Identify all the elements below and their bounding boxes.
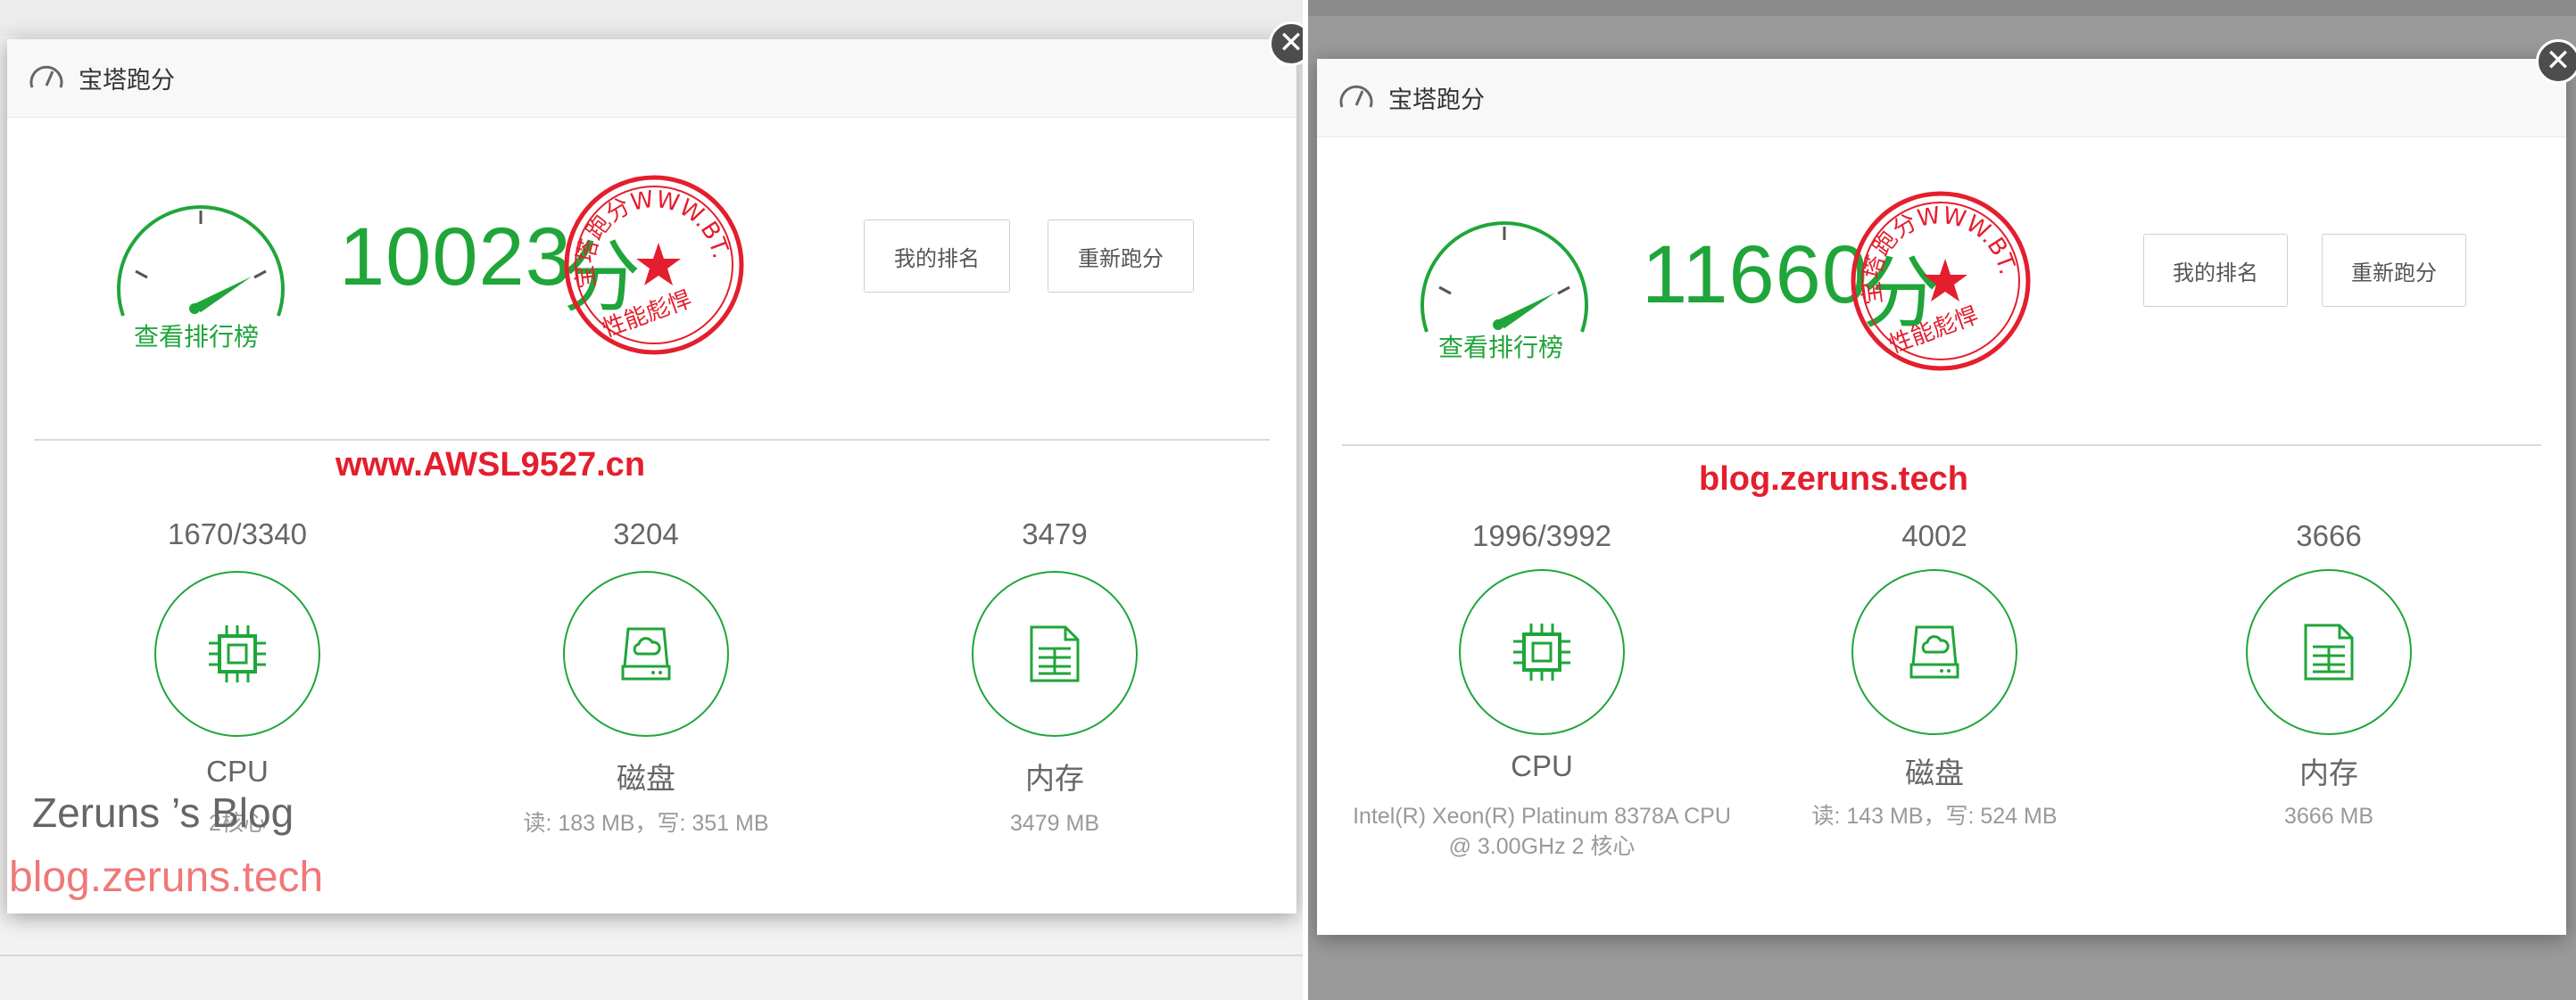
disk-drive-icon — [621, 627, 671, 681]
rerun-benchmark-button[interactable]: 重新跑分 — [2322, 234, 2466, 307]
site-watermark: blog.zeruns.tech — [1699, 460, 1968, 498]
svg-text:宝塔跑分WWW.BT.CN: 宝塔跑分WWW.BT.CN — [560, 171, 734, 290]
cpu-detail: Intel(R) Xeon(R) Platinum 8378A CPU @ 3.… — [1337, 801, 1747, 862]
background-page — [1308, 0, 2576, 16]
memory-score: 3666 — [2296, 519, 2362, 552]
stamp-ring-text: 宝塔跑分WWW.BT.CN — [1847, 187, 2021, 306]
cpu-label: CPU — [206, 755, 269, 788]
disk-detail: 读: 143 MB，写: 524 MB — [1811, 804, 2058, 829]
benchmark-score: 10023 — [339, 211, 572, 302]
dialog-titlebar: 宝塔跑分 — [7, 39, 1296, 118]
svg-text:宝塔跑分WWW.BT.CN: 宝塔跑分WWW.BT.CN — [1847, 187, 2021, 306]
section-divider — [34, 439, 1270, 441]
speedometer-icon — [29, 65, 63, 88]
memory-card-icon — [1030, 625, 1080, 682]
my-rank-button[interactable]: 我的排名 — [2143, 234, 2288, 307]
view-ranking-link[interactable]: 查看排行榜 — [1438, 328, 1563, 364]
benchmark-dialog: 宝塔跑分 查看排行榜 11660 分 宝塔跑分WWW.BT.CN 性能彪悍 我的… — [1317, 59, 2566, 935]
cpu-freq-line: @ 3.00GHz 2 核心 — [1448, 834, 1636, 859]
memory-circle — [2246, 569, 2412, 735]
disk-label: 磁盘 — [1905, 756, 1964, 789]
disk-score: 3204 — [613, 517, 679, 550]
dialog-title: 宝塔跑分 — [79, 67, 175, 94]
stamp-ring-text: 宝塔跑分WWW.BT.CN — [560, 171, 734, 290]
memory-detail: 3666 MB — [2283, 804, 2374, 829]
disk-circle — [563, 571, 729, 737]
right-screenshot: 宝塔跑分 查看排行榜 11660 分 宝塔跑分WWW.BT.CN 性能彪悍 我的… — [1308, 0, 2576, 1000]
blog-url-watermark: blog.zeruns.tech — [9, 854, 324, 901]
memory-circle — [972, 571, 1138, 737]
disk-label: 磁盘 — [617, 762, 675, 795]
stamp-star-icon — [636, 243, 681, 285]
speedometer-icon — [1339, 85, 1373, 108]
stamp-star-icon — [1923, 259, 1967, 302]
my-rank-button[interactable]: 我的排名 — [864, 219, 1010, 293]
cpu-chip-icon — [209, 625, 266, 682]
site-watermark: www.AWSL9527.cn — [335, 446, 646, 483]
cpu-score: 1670/3340 — [168, 517, 307, 550]
stamp-bottom-text: 性能彪悍 — [1885, 302, 1982, 360]
memory-score: 3479 — [1022, 517, 1088, 550]
background-page — [0, 0, 1303, 36]
left-screenshot: 宝塔跑分 查看排行榜 10023 分 宝塔跑分WWW.BT.CN 性能彪悍 我的… — [0, 0, 1303, 1000]
bt-stamp-seal: 宝塔跑分WWW.BT.CN 性能彪悍 — [1847, 187, 2031, 371]
memory-detail: 3479 MB — [1009, 811, 1100, 836]
cpu-label: CPU — [1511, 749, 1573, 782]
view-ranking-link[interactable]: 查看排行榜 — [134, 318, 259, 353]
cpu-circle — [154, 571, 320, 737]
disk-score: 4002 — [1901, 519, 1967, 552]
memory-card-icon — [2304, 624, 2354, 681]
benchmark-dialog: 宝塔跑分 查看排行榜 10023 分 宝塔跑分WWW.BT.CN 性能彪悍 我的… — [7, 39, 1296, 913]
rerun-benchmark-button[interactable]: 重新跑分 — [1048, 219, 1194, 293]
close-icon[interactable]: ✕ — [2536, 39, 2576, 84]
cpu-circle — [1459, 569, 1625, 735]
dialog-title: 宝塔跑分 — [1388, 87, 1485, 113]
disk-drive-icon — [1909, 625, 1959, 679]
blog-name-watermark: Zeruns ’s Blog — [32, 789, 294, 836]
cpu-model-line: Intel(R) Xeon(R) Platinum 8378A CPU — [1353, 804, 1731, 829]
cpu-chip-icon — [1513, 624, 1570, 681]
memory-label: 内存 — [2299, 756, 2358, 789]
page-rule — [0, 955, 1303, 956]
section-divider — [1342, 444, 2541, 446]
cpu-score: 1996/3992 — [1472, 519, 1611, 552]
benchmark-score: 11660 — [1642, 229, 1869, 320]
bt-stamp-seal: 宝塔跑分WWW.BT.CN 性能彪悍 — [560, 171, 744, 355]
dialog-titlebar: 宝塔跑分 — [1317, 59, 2566, 137]
disk-circle — [1851, 569, 2017, 735]
disk-detail: 读: 183 MB，写: 351 MB — [523, 811, 769, 836]
stamp-bottom-text: 性能彪悍 — [599, 286, 695, 343]
memory-label: 内存 — [1025, 762, 1084, 795]
